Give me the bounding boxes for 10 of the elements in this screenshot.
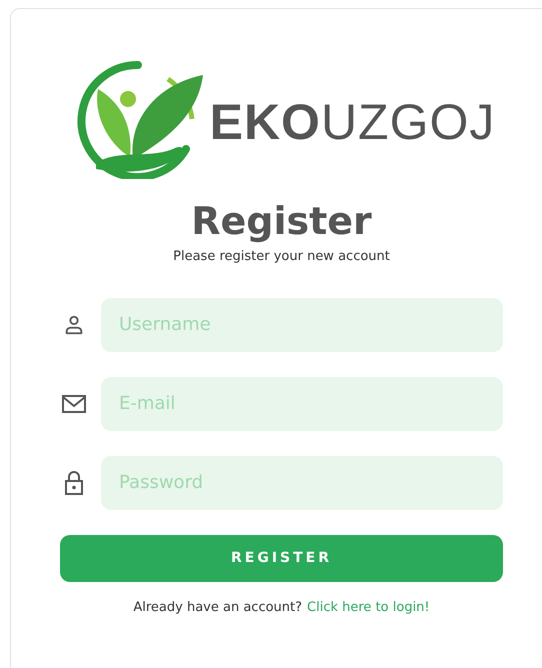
- login-link[interactable]: Click here to login!: [307, 600, 430, 615]
- input-field[interactable]: E-mail: [101, 376, 503, 431]
- register-button[interactable]: REGISTER: [60, 534, 503, 582]
- logo-wordmark: EKOUZGOJ: [210, 97, 496, 147]
- input-field[interactable]: Password: [101, 456, 503, 510]
- input-field[interactable]: Username: [101, 298, 503, 352]
- page-title: Register: [190, 201, 373, 243]
- account-prompt: Already have an account?: [133, 600, 302, 615]
- mail-icon: [60, 392, 88, 415]
- subtitle: Please register your new account: [172, 248, 391, 264]
